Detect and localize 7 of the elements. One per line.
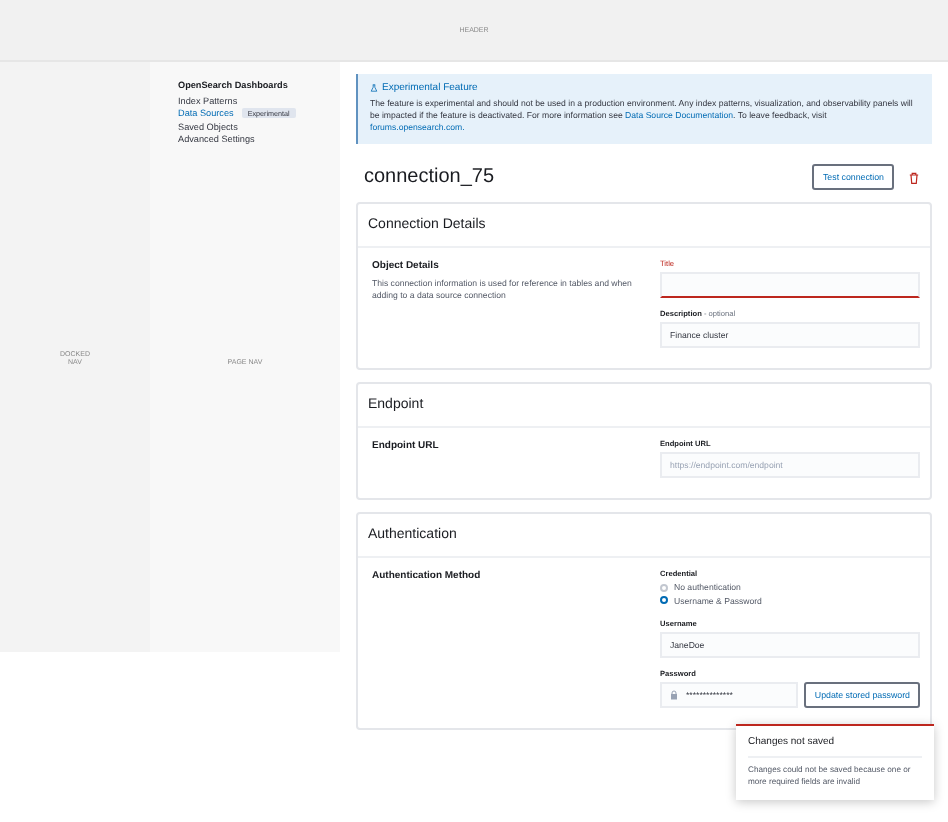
input-field[interactable] [660,272,920,298]
trash-icon[interactable] [908,171,920,183]
lock-icon [670,690,678,700]
page-title: connection_75 [364,166,497,188]
radio-button[interactable] [660,583,668,591]
radio-button[interactable] [660,596,668,604]
beaker-icon [370,84,378,92]
